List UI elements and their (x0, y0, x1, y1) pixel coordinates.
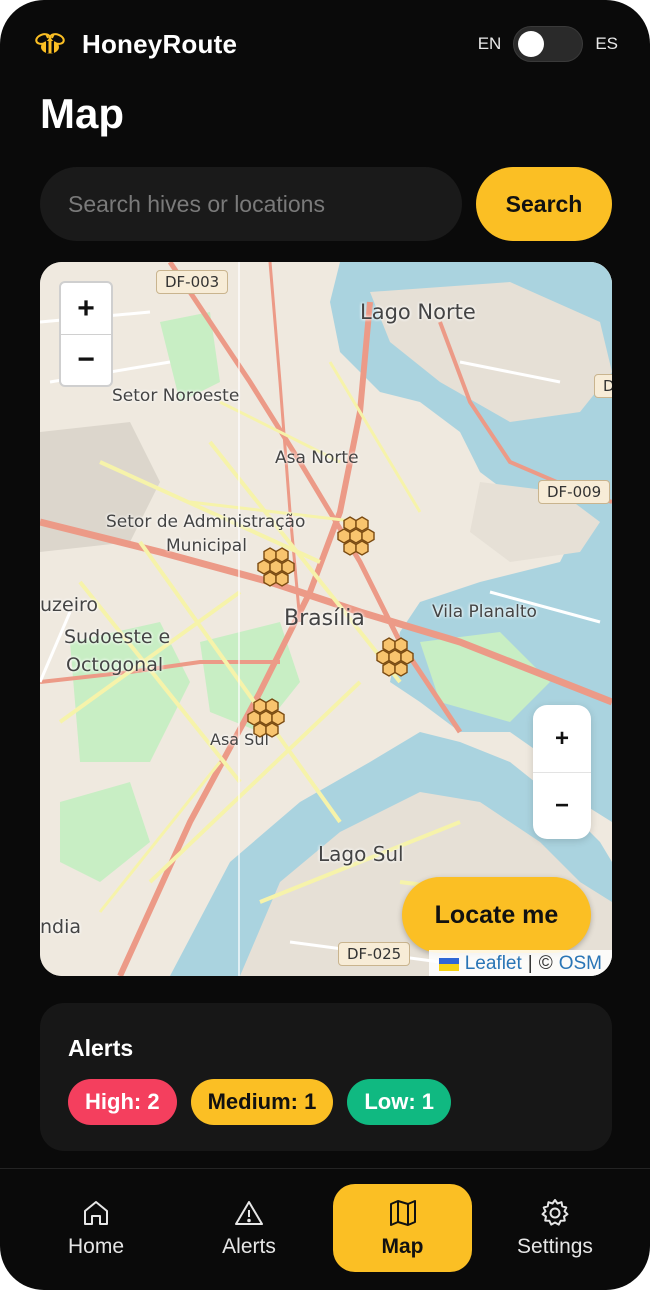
hive-marker[interactable] (334, 515, 378, 559)
brand: HoneyRoute (32, 26, 237, 62)
locate-me-button[interactable]: Locate me (402, 877, 591, 953)
ukraine-flag-icon (438, 957, 459, 971)
app-name: HoneyRoute (82, 28, 238, 59)
road-shield-df009: DF-009 (538, 480, 611, 504)
page-title: Map (40, 90, 124, 137)
hive-marker[interactable] (254, 546, 298, 590)
road-shield-right: D (594, 374, 612, 398)
search-button[interactable]: Search (476, 167, 612, 241)
map-attribution: Leaflet | © OSM (428, 950, 612, 976)
warning-icon (235, 1201, 263, 1225)
search-input[interactable] (40, 167, 462, 241)
hive-marker[interactable] (373, 636, 417, 680)
nav-item-settings[interactable]: Settings (499, 1184, 611, 1272)
map-label-cruzeiro: uzeiro (40, 594, 99, 616)
osm-link[interactable]: OSM (559, 953, 602, 975)
bottom-nav: Home Alerts Map Settings (0, 1169, 650, 1290)
top-bar: HoneyRoute EN ES (0, 0, 650, 90)
zoom-out-button-secondary[interactable]: − (533, 772, 591, 839)
nav-label-map: Map (381, 1235, 424, 1258)
zoom-out-button[interactable]: − (61, 334, 111, 385)
map-label-lago-sul: Lago Sul (318, 842, 404, 866)
gear-icon (541, 1199, 569, 1226)
alert-high-badge[interactable]: High: 2 (68, 1079, 177, 1125)
map-view[interactable]: DF-003 DF-009 DF-025 D Lago Norte Setor … (40, 262, 612, 976)
toggle-knob (518, 31, 545, 57)
map-icon (389, 1200, 416, 1226)
language-switch: EN ES (478, 26, 618, 62)
alert-low-badge[interactable]: Low: 1 (347, 1079, 452, 1125)
leaflet-zoom-control: + − (59, 281, 113, 387)
language-toggle[interactable] (513, 26, 584, 62)
map-label-candangolandia: ndia (40, 916, 82, 938)
road-shield-df025: DF-025 (338, 942, 411, 966)
map-label-municipal: Municipal (166, 536, 247, 556)
map-label-octogonal: Octogonal (66, 654, 164, 676)
language-es-label: ES (595, 34, 618, 53)
bee-icon (35, 33, 65, 54)
nav-label-alerts: Alerts (222, 1235, 276, 1258)
app-screen: HoneyRoute EN ES Map Search hives or loc… (0, 0, 650, 1290)
alerts-card: Alerts High: 2 Medium: 1 Low: 1 (40, 1003, 612, 1151)
road-shield-df003: DF-003 (156, 270, 229, 294)
map-zoom-control-secondary: + − (533, 705, 591, 839)
language-en-label: EN (477, 34, 502, 53)
map-label-setor-admin: Setor de Administração (106, 512, 306, 532)
alerts-title: Alerts (68, 1035, 134, 1061)
map-label-asa-norte: Asa Norte (275, 448, 359, 468)
home-icon (84, 1201, 108, 1225)
search-field (40, 167, 462, 241)
attribution-copyright: © (538, 953, 553, 974)
zoom-in-button-secondary[interactable]: + (533, 705, 591, 772)
zoom-in-button[interactable]: + (61, 283, 111, 334)
nav-item-map[interactable]: Map (333, 1184, 472, 1272)
nav-label-home: Home (67, 1235, 125, 1258)
nav-item-alerts[interactable]: Alerts (193, 1184, 305, 1272)
attribution-separator: | (527, 953, 533, 974)
alert-pills: High: 2 Medium: 1 Low: 1 (68, 1079, 452, 1125)
map-label-lago-norte: Lago Norte (360, 300, 476, 324)
nav-item-home[interactable]: Home (40, 1184, 152, 1272)
alert-medium-badge[interactable]: Medium: 1 (190, 1079, 334, 1125)
map-label-brasilia: Brasília (284, 606, 365, 631)
map-label-vila-planalto: Vila Planalto (432, 602, 537, 622)
nav-label-settings: Settings (517, 1235, 593, 1258)
hive-marker[interactable] (244, 697, 288, 741)
leaflet-link[interactable]: Leaflet (465, 953, 522, 975)
map-label-sudoeste: Sudoeste e (64, 626, 171, 648)
map-label-setor-noroeste: Setor Noroeste (112, 386, 240, 406)
